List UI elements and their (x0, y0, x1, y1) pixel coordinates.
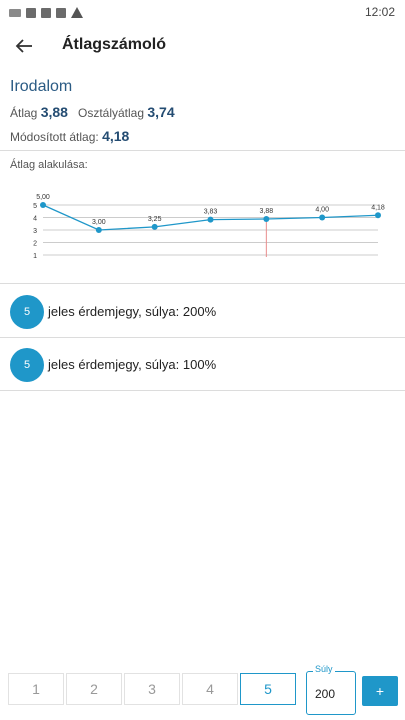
modified-average-label: Módosított átlag: (10, 130, 99, 144)
weight-label: Súly (313, 664, 335, 674)
back-button[interactable] (12, 36, 36, 56)
chart-label: Átlag alakulása: (10, 159, 88, 171)
data-label: 3,88 (260, 208, 274, 215)
data-label: 3,83 (204, 209, 218, 216)
y-tick-label: 5 (33, 203, 37, 210)
data-point (151, 223, 158, 230)
divider (0, 337, 405, 338)
average-line: Átlag 3,88 Osztályátlag 3,74 (10, 104, 175, 120)
grade-button-5[interactable]: 5 (240, 673, 296, 705)
grade-button-4[interactable]: 4 (182, 673, 238, 705)
subject-name: Irodalom (10, 78, 73, 95)
data-label: 3,00 (92, 219, 106, 226)
y-tick-label: 3 (33, 228, 37, 235)
data-point (263, 216, 270, 222)
average-chart: 1 2 3 4 5 5,00 3,00 3,25 3,83 3,88 4,00 4,18 (33, 194, 385, 260)
status-icons (9, 7, 83, 18)
data-point (375, 212, 381, 219)
data-point (95, 227, 102, 233)
weight-field[interactable]: Súly (306, 664, 356, 715)
arrow-back-icon (15, 39, 32, 53)
page-title: Átlagszámoló (62, 36, 167, 53)
weight-input[interactable] (313, 686, 355, 702)
status-bar: 12:02 (0, 0, 405, 24)
modified-average-line: Módosított átlag: 4,18 (10, 128, 129, 144)
grade-item[interactable]: 5 jeles érdemjegy, súlya: 200% (0, 290, 405, 335)
grade-description: jeles érdemjegy, súlya: 100% (48, 357, 217, 372)
data-label: 4,18 (371, 204, 385, 211)
grade-badge: 5 (10, 295, 44, 329)
divider (0, 390, 405, 391)
y-tick-label: 2 (33, 241, 37, 248)
data-label: 4,00 (315, 207, 329, 214)
notification-icon (26, 7, 36, 18)
y-tick-label: 4 (33, 216, 37, 223)
average-label: Átlag (10, 106, 38, 120)
warning-icon (71, 7, 83, 18)
grade-input-bar: 1 2 3 4 5 Súly + (0, 658, 405, 720)
class-average-value: 3,74 (147, 104, 175, 120)
grade-badge: 5 (10, 348, 44, 382)
status-time: 12:02 (364, 5, 395, 19)
message-icon (9, 8, 21, 17)
data-label: 5,00 (36, 194, 50, 201)
y-tick-label: 1 (33, 253, 37, 260)
data-point (207, 216, 214, 223)
grade-item[interactable]: 5 jeles érdemjegy, súlya: 100% (0, 343, 405, 388)
average-value: 3,88 (40, 104, 68, 120)
grade-description: jeles érdemjegy, súlya: 200% (48, 304, 217, 319)
data-label: 3,25 (148, 216, 162, 223)
grade-button-1[interactable]: 1 (8, 673, 64, 705)
notification-icon (41, 7, 51, 18)
notification-icon (56, 7, 66, 18)
add-grade-button[interactable]: + (362, 676, 398, 706)
grade-button-2[interactable]: 2 (66, 673, 122, 705)
class-average-label: Osztályátlag (77, 106, 145, 120)
divider (0, 150, 405, 151)
divider (0, 283, 405, 284)
app-bar: Átlagszámoló (0, 24, 405, 68)
grade-button-3[interactable]: 3 (124, 673, 180, 705)
modified-average-value: 4,18 (102, 128, 130, 144)
data-point (319, 214, 326, 221)
data-point (40, 202, 46, 208)
